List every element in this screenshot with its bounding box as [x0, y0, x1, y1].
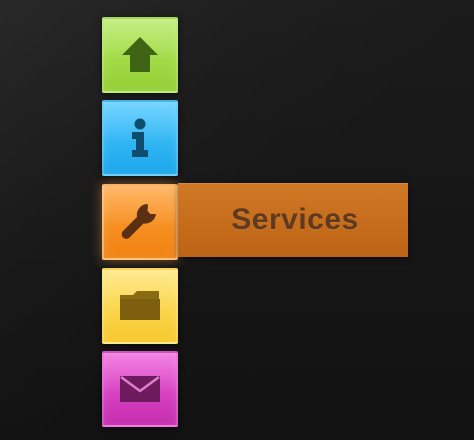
nav-item-info[interactable]: [102, 100, 178, 176]
mail-icon: [102, 351, 178, 427]
services-label-panel[interactable]: Services: [178, 183, 408, 257]
main-navigation: Services: [102, 17, 422, 427]
nav-item-folder[interactable]: [102, 268, 178, 344]
home-icon: [102, 17, 178, 93]
folder-icon: [102, 268, 178, 344]
info-icon: [102, 100, 178, 176]
nav-item-services[interactable]: Services: [102, 183, 408, 260]
nav-item-home[interactable]: [102, 17, 178, 93]
wrench-icon: [102, 184, 178, 260]
services-label: Services: [231, 203, 359, 236]
nav-item-mail[interactable]: [102, 351, 178, 427]
